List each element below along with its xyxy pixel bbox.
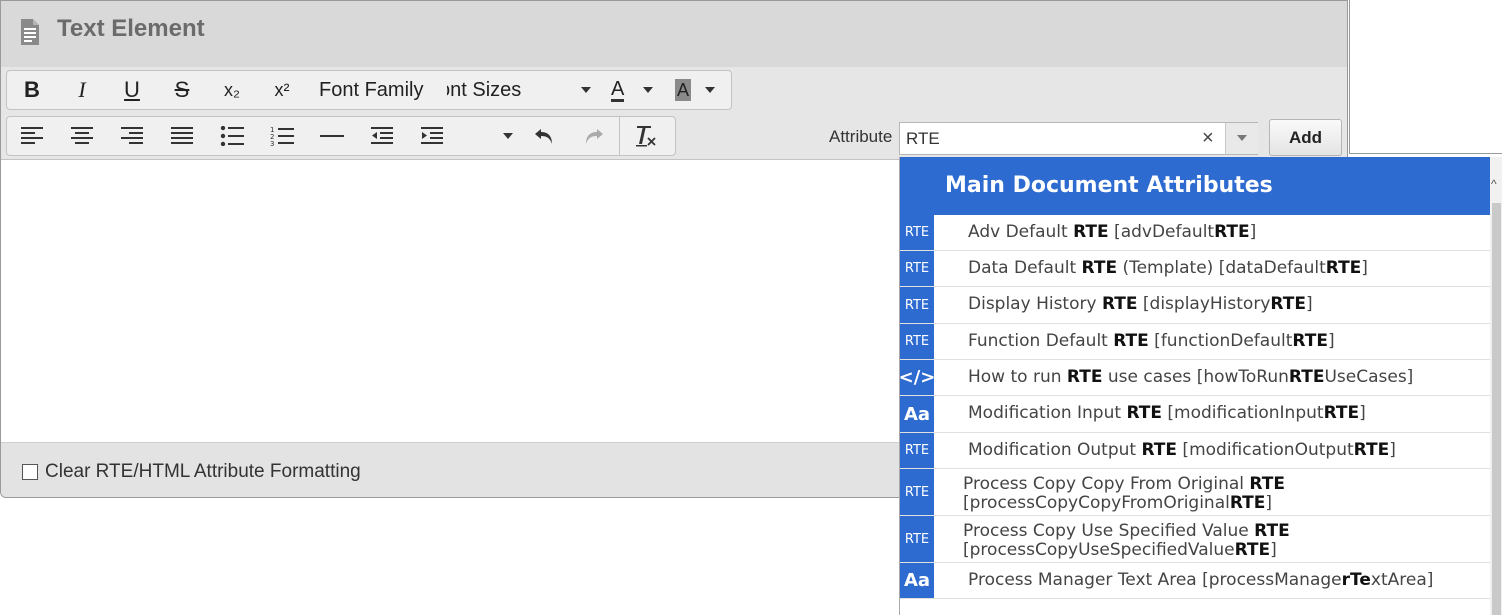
suggestion-label: How to run RTE use cases [howToRunRTEUse… xyxy=(968,367,1414,387)
numbered-list-button[interactable]: 123 xyxy=(257,117,307,155)
text-type-icon: Aa xyxy=(900,396,934,432)
bullet-list-button[interactable] xyxy=(207,117,257,155)
italic-button[interactable]: I xyxy=(57,71,107,109)
svg-text:3: 3 xyxy=(270,140,274,147)
suggestion-item[interactable]: RTE Display History RTE [displayHistoryRT… xyxy=(900,287,1490,324)
rte-type-icon: RTE xyxy=(900,215,934,250)
align-right-icon xyxy=(121,127,143,144)
remove-format-icon xyxy=(636,126,656,147)
clear-formatting-checkbox[interactable] xyxy=(22,464,38,480)
suggestion-item[interactable]: RTE Modification Output RTE [modification… xyxy=(900,433,1490,469)
suggestion-item[interactable]: RTE Process Copy Use Specified Value RTE … xyxy=(900,516,1490,563)
align-justify-icon xyxy=(171,127,193,144)
chevron-down-icon xyxy=(1237,135,1247,141)
undo-icon xyxy=(535,129,552,144)
suggestion-item[interactable]: RTE Adv Default RTE [advDefaultRTE] xyxy=(900,215,1490,251)
attribute-label: Attribute xyxy=(829,127,893,146)
attribute-dropdown-toggle[interactable] xyxy=(1225,123,1258,154)
suggestion-label: Process Copy Copy From Original RTE [pro… xyxy=(963,474,1285,513)
suggestion-label: Function Default RTE [functionDefaultRTE… xyxy=(968,331,1335,351)
text-type-icon: Aa xyxy=(900,563,934,598)
background-color-button[interactable]: A xyxy=(659,71,721,109)
indent-icon xyxy=(421,127,443,144)
justify-button[interactable] xyxy=(157,117,207,155)
underline-button[interactable]: U xyxy=(107,71,157,109)
suggestion-item[interactable]: RTE Process Copy Copy From Original RTE [… xyxy=(900,469,1490,516)
scroll-up-icon[interactable]: ^ xyxy=(1491,177,1497,191)
background-color-icon: A xyxy=(675,79,692,101)
horizontal-rule-button[interactable] xyxy=(307,117,357,155)
paragraph-toolbar: 123 xyxy=(6,116,676,156)
suggestion-label: Process Copy Use Specified Value RTE [pr… xyxy=(963,521,1290,560)
close-icon[interactable]: × xyxy=(1202,127,1214,150)
suggestion-item[interactable]: RTE Function Default RTE [functionDefault… xyxy=(900,324,1490,360)
redo-button[interactable] xyxy=(569,117,619,155)
suggestion-label: Data Default RTE (Template) [dataDefault… xyxy=(968,258,1368,278)
suggestion-item[interactable]: RTE Data Default RTE (Template) [dataDefa… xyxy=(900,251,1490,287)
remove-format-button[interactable] xyxy=(620,117,670,155)
rte-type-icon: RTE xyxy=(900,469,934,515)
undo-button[interactable] xyxy=(519,117,569,155)
format-dropdown-button[interactable] xyxy=(457,117,519,155)
clear-formatting-label[interactable]: Clear RTE/HTML Attribute Formatting xyxy=(45,461,361,483)
rte-type-icon: RTE xyxy=(900,251,934,286)
align-center-button[interactable] xyxy=(57,117,107,155)
chevron-down-icon xyxy=(503,133,513,139)
suggestion-item[interactable]: Aa Process Manager Text Area [processMana… xyxy=(900,563,1490,599)
strikethrough-button[interactable]: S xyxy=(157,71,207,109)
suggestion-label: Modification Input RTE [modificationInpu… xyxy=(968,403,1366,423)
suggestion-label: Modification Output RTE [modificationOut… xyxy=(968,440,1396,460)
chevron-down-icon xyxy=(581,87,591,93)
bold-button[interactable]: B xyxy=(7,71,57,109)
code-type-icon: </> xyxy=(900,360,935,395)
rte-type-icon: RTE xyxy=(900,287,934,323)
attribute-input-value[interactable]: RTE xyxy=(906,129,940,149)
numbered-list-icon: 123 xyxy=(270,126,294,147)
redo-icon xyxy=(586,129,603,144)
align-left-button[interactable] xyxy=(7,117,57,155)
scrollbar-thumb[interactable] xyxy=(1492,203,1501,615)
add-button[interactable]: Add xyxy=(1269,119,1342,156)
attribute-suggestions-dropdown: Main Document Attributes RTE Adv Default … xyxy=(899,157,1502,615)
dialog-title: Text Element xyxy=(57,15,205,42)
outdent-icon xyxy=(371,127,393,144)
align-right-button[interactable] xyxy=(107,117,157,155)
formatting-toolbar: B I U S x₂ x² Font Family ont Sizes A A xyxy=(6,70,732,110)
suggestion-item[interactable]: </> How to run RTE use cases [howToRunRTE… xyxy=(900,360,1490,396)
rte-type-icon: RTE xyxy=(900,516,934,562)
dialog-titlebar: Text Element xyxy=(1,1,1347,68)
indent-button[interactable] xyxy=(407,117,457,155)
subscript-button[interactable]: x₂ xyxy=(207,71,257,109)
suggestion-label: Display History RTE [displayHistoryRTE] xyxy=(968,294,1313,314)
suggestion-label: Process Manager Text Area [processManage… xyxy=(968,570,1434,590)
horizontal-rule-icon xyxy=(320,135,344,137)
superscript-button[interactable]: x² xyxy=(257,71,307,109)
suggestion-item[interactable]: Aa Modification Input RTE [modificationIn… xyxy=(900,396,1490,433)
rte-type-icon: RTE xyxy=(900,433,934,468)
font-family-select[interactable]: Font Family xyxy=(307,71,447,109)
chevron-down-icon xyxy=(705,87,715,93)
dropdown-group-header: Main Document Attributes xyxy=(900,157,1490,215)
chevron-down-icon xyxy=(643,87,653,93)
font-sizes-select[interactable]: ont Sizes xyxy=(447,71,597,109)
bullet-list-icon xyxy=(220,126,244,146)
attribute-combobox[interactable]: RTE × xyxy=(899,122,1258,155)
side-panel xyxy=(1349,0,1502,154)
outdent-button[interactable] xyxy=(357,117,407,155)
rte-type-icon: RTE xyxy=(900,324,934,359)
suggestion-label: Adv Default RTE [advDefaultRTE] xyxy=(968,222,1257,242)
align-left-icon xyxy=(21,127,43,144)
document-icon xyxy=(21,19,39,45)
dropdown-scrollbar[interactable]: ^ xyxy=(1490,157,1502,615)
text-color-button[interactable]: A xyxy=(597,71,659,109)
text-color-icon: A xyxy=(611,77,625,102)
align-center-icon xyxy=(71,127,93,144)
